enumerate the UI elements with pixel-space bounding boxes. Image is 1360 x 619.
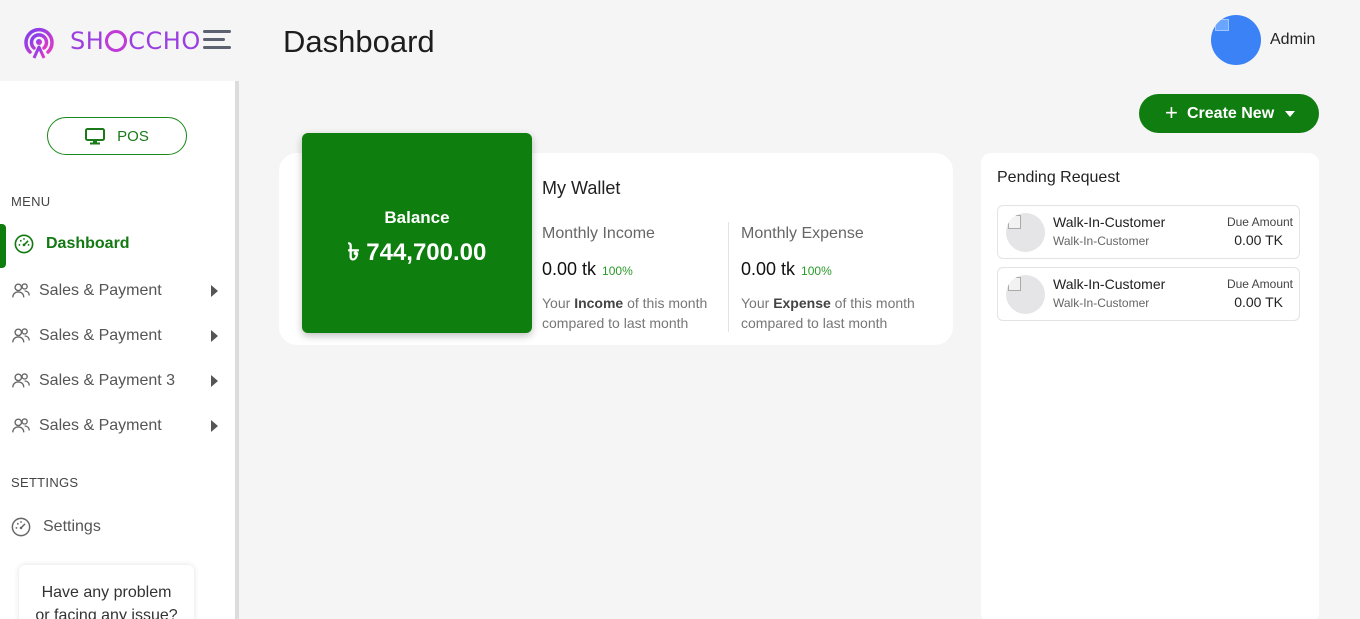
sidebar-item-sales-payment-2[interactable]: Sales & Payment	[0, 316, 235, 356]
page-title: Dashboard	[283, 24, 435, 59]
sidebar-item-sales-payment-4[interactable]: Sales & Payment	[0, 406, 235, 446]
due-amount-value: 0.00 TK	[1234, 232, 1283, 248]
due-amount-label: Due Amount	[1226, 277, 1293, 291]
sidebar-item-label: Sales & Payment	[39, 417, 162, 434]
due-amount-value: 0.00 TK	[1234, 294, 1283, 310]
brand-ring-glyph	[105, 30, 128, 52]
sidebar-item-label: Dashboard	[46, 235, 130, 252]
sidebar-item-dashboard[interactable]: Dashboard	[0, 224, 235, 268]
caret-right-icon	[211, 375, 218, 387]
customer-avatar	[1006, 275, 1045, 314]
caret-down-icon	[1285, 111, 1295, 117]
income-value-row: 0.00 tk 100%	[542, 259, 633, 280]
sidebar-divider	[235, 81, 239, 619]
income-title: Monthly Income	[542, 225, 655, 242]
caret-right-icon	[211, 420, 218, 432]
expense-value: 0.00 tk	[741, 259, 796, 279]
balance-label: Balance	[384, 208, 450, 227]
avatar	[1211, 15, 1261, 65]
create-new-label: Create New	[1187, 104, 1275, 122]
expense-percent: 100%	[801, 264, 832, 278]
gauge-icon	[11, 517, 31, 537]
customer-name: Walk-In-Customer	[1053, 214, 1166, 230]
sidebar-item-label: Sales & Payment 3	[39, 372, 176, 389]
broadcast-logo-icon	[24, 27, 54, 59]
income-value: 0.00 tk	[542, 259, 597, 279]
customer-name: Walk-In-Customer	[1053, 276, 1166, 292]
menu-toggle-icon[interactable]	[203, 30, 231, 50]
users-icon	[12, 283, 30, 298]
brand-logo[interactable]: SH CCHO	[20, 22, 201, 60]
create-new-button[interactable]: + Create New	[1139, 94, 1319, 133]
sidebar-item-sales-payment[interactable]: Sales & Payment	[0, 271, 235, 311]
balance-amount: ৳ 744,700.00	[347, 239, 487, 266]
balance-card: Balance ৳ 744,700.00	[302, 133, 532, 333]
monitor-icon	[85, 127, 106, 144]
pos-label: POS	[117, 127, 149, 145]
caret-right-icon	[211, 330, 218, 342]
menu-section-label: MENU	[11, 194, 51, 209]
user-name: Admin	[1270, 31, 1316, 48]
income-note: Your Income of this month compared to las…	[542, 295, 708, 331]
sidebar-item-label: Sales & Payment	[39, 282, 162, 299]
customer-subtitle: Walk-In-Customer	[1053, 296, 1150, 310]
active-indicator	[0, 224, 6, 268]
pending-request-item[interactable]: Walk-In-Customer Walk-In-Customer Due Am…	[997, 267, 1300, 321]
sidebar-item-sales-payment-3[interactable]: Sales & Payment 3	[0, 361, 235, 401]
due-amount-label: Due Amount	[1226, 215, 1293, 229]
dashboard-gauge-icon	[14, 234, 34, 254]
sidebar-item-label: Settings	[43, 518, 101, 535]
brand-name: SH CCHO	[70, 27, 201, 55]
top-header: SH CCHO Dashboard Admin	[0, 0, 1360, 81]
customer-avatar	[1006, 213, 1045, 252]
sidebar: POS MENU Dashboard Sales & Payment Sales…	[0, 81, 235, 619]
plus-icon: +	[1165, 100, 1178, 125]
pos-button[interactable]: POS	[47, 117, 187, 155]
sidebar-item-settings[interactable]: Settings	[0, 507, 235, 547]
users-icon	[12, 373, 30, 388]
pending-request-item[interactable]: Walk-In-Customer Walk-In-Customer Due Am…	[997, 205, 1300, 259]
help-text-line2: or facing any issue?	[35, 607, 178, 619]
expense-title: Monthly Expense	[741, 225, 864, 242]
wallet-title: My Wallet	[542, 178, 621, 198]
expense-value-row: 0.00 tk 100%	[741, 259, 832, 280]
user-menu[interactable]: Admin	[1211, 15, 1315, 65]
pending-title: Pending Request	[997, 169, 1120, 186]
users-icon	[12, 328, 30, 343]
sidebar-item-label: Sales & Payment	[39, 327, 162, 344]
help-card: Have any problem or facing any issue?	[19, 565, 194, 619]
settings-section-label: SETTINGS	[11, 475, 79, 490]
expense-note: Your Expense of this month compared to la…	[741, 295, 915, 331]
customer-subtitle: Walk-In-Customer	[1053, 234, 1150, 248]
users-icon	[12, 418, 30, 433]
income-percent: 100%	[602, 264, 633, 278]
wallet-column-divider	[728, 222, 729, 332]
help-text-line1: Have any problem	[41, 584, 172, 601]
caret-right-icon	[211, 285, 218, 297]
